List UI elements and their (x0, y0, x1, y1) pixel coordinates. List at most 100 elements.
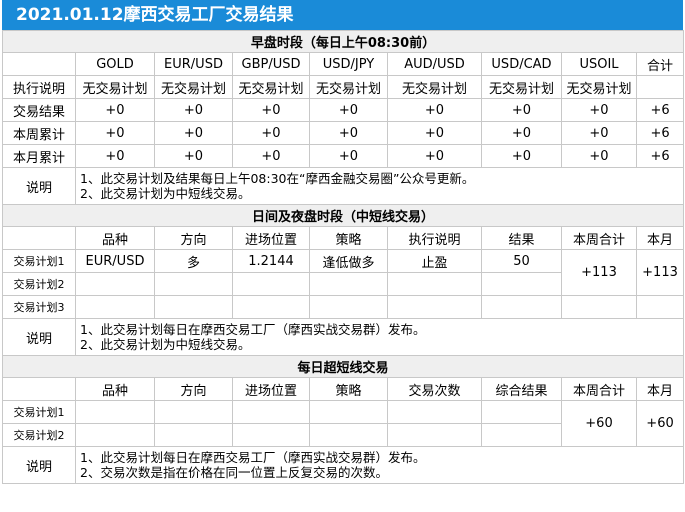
table-cell: 逢低做多 (309, 249, 388, 273)
table-cell (232, 423, 310, 447)
morning-header-row: GOLD EUR/USD GBP/USD USD/JPY AUD/USD USD… (2, 52, 685, 76)
row-label: 交易计划3 (2, 295, 76, 319)
results-table: 早盘时段（每日上午08:30前） GOLD EUR/USD GBP/USD US… (1, 30, 685, 484)
col-header: USD/JPY (309, 52, 388, 76)
table-cell (154, 423, 233, 447)
table-cell (387, 423, 482, 447)
table-cell: +0 (309, 121, 388, 145)
col-header: 交易次数 (387, 377, 482, 401)
note-text: 1、此交易计划及结果每日上午08:30在“摩西金融交易圈”公众号更新。 2、此交… (74, 167, 685, 205)
table-cell (154, 272, 233, 296)
table-cell (309, 400, 388, 424)
morning-note-row: 说明 1、此交易计划及结果每日上午08:30在“摩西金融交易圈”公众号更新。 2… (2, 167, 685, 205)
note-line: 1、此交易计划及结果每日上午08:30在“摩西金融交易圈”公众号更新。 (80, 171, 475, 186)
morning-heading: 早盘时段（每日上午08:30前） (1, 30, 685, 53)
table-cell: +0 (387, 144, 482, 168)
table-cell (635, 75, 685, 99)
table-cell: +0 (387, 98, 482, 122)
table-cell (481, 295, 562, 319)
table-cell (387, 272, 482, 296)
table-cell: 1.2144 (232, 249, 310, 273)
table-cell (309, 423, 388, 447)
table-cell (154, 295, 233, 319)
table-cell: 无交易计划 (232, 75, 310, 99)
note-line: 2、交易次数是指在价格在同一位置上反复交易的次数。 (80, 465, 388, 480)
table-cell (309, 272, 388, 296)
table-cell (481, 400, 562, 424)
col-header: 策略 (309, 226, 388, 250)
table-cell: +0 (561, 144, 637, 168)
note-label: 说明 (2, 446, 76, 484)
col-header: 方向 (154, 377, 233, 401)
row-label: 交易计划2 (2, 272, 76, 296)
table-row: 本周累计 +0 +0 +0 +0 +0 +0 +0 +6 (2, 121, 685, 145)
table-cell: +0 (232, 98, 310, 122)
table-cell: +0 (309, 98, 388, 122)
col-header: 执行说明 (387, 226, 482, 250)
table-cell: 无交易计划 (481, 75, 562, 99)
table-cell (387, 295, 482, 319)
col-header: GOLD (75, 52, 155, 76)
table-cell: +0 (154, 121, 233, 145)
table-cell (481, 423, 562, 447)
table-cell: 无交易计划 (561, 75, 637, 99)
row-label: 交易计划1 (2, 249, 76, 273)
col-header: 综合结果 (481, 377, 562, 401)
col-header: 方向 (154, 226, 233, 250)
row-label: 执行说明 (2, 75, 76, 99)
table-cell: 无交易计划 (309, 75, 388, 99)
table-cell (75, 272, 155, 296)
table-cell (75, 400, 155, 424)
table-row: 交易计划1 +60 +60 (2, 400, 685, 447)
col-header: USOIL (561, 52, 637, 76)
table-cell: 无交易计划 (75, 75, 155, 99)
col-header: 策略 (309, 377, 388, 401)
col-header: 本周合计 (561, 377, 637, 401)
table-cell: +0 (75, 98, 155, 122)
table-cell: +0 (481, 98, 562, 122)
daytime-note-row: 说明 1、此交易计划每日在摩西交易工厂（摩西实战交易群）发布。 2、此交易计划为… (2, 318, 685, 356)
week-total: +113 (561, 249, 637, 296)
week-total: +60 (561, 400, 637, 447)
page-title: 2021.01.12摩西交易工厂交易结果 (2, 0, 683, 30)
table-cell: +0 (232, 121, 310, 145)
col-header: GBP/USD (232, 52, 310, 76)
table-cell (75, 295, 155, 319)
table-cell: +6 (635, 121, 685, 145)
table-cell: +6 (635, 144, 685, 168)
col-header: AUD/USD (387, 52, 482, 76)
note-label: 说明 (2, 167, 76, 205)
table-row: 本月累计 +0 +0 +0 +0 +0 +0 +0 +6 (2, 144, 685, 168)
table-cell (232, 295, 310, 319)
table-cell: +0 (75, 121, 155, 145)
table-cell: 无交易计划 (154, 75, 233, 99)
table-cell: +0 (232, 144, 310, 168)
col-header: USD/CAD (481, 52, 562, 76)
row-label: 交易计划2 (2, 423, 76, 447)
daytime-heading: 日间及夜盘时段（中短线交易） (1, 204, 685, 227)
table-cell: +0 (561, 121, 637, 145)
note-line: 2、此交易计划为中短线交易。 (80, 337, 251, 352)
month-total: +60 (635, 400, 685, 447)
table-cell: 50 (481, 249, 562, 273)
table-cell: 止盈 (387, 249, 482, 273)
note-line: 1、此交易计划每日在摩西交易工厂（摩西实战交易群）发布。 (80, 450, 426, 465)
col-header: 品种 (75, 377, 155, 401)
scalp-header-row: 品种 方向 进场位置 策略 交易次数 综合结果 本周合计 本月 (2, 377, 685, 401)
col-header: EUR/USD (154, 52, 233, 76)
table-cell (232, 272, 310, 296)
col-header: 本月 (635, 377, 685, 401)
col-header: 本周合计 (561, 226, 637, 250)
table-row: 交易计划1 EUR/USD 多 1.2144 逢低做多 止盈 50 +113 +… (2, 249, 685, 296)
table-cell: +0 (75, 144, 155, 168)
note-line: 1、此交易计划每日在摩西交易工厂（摩西实战交易群）发布。 (80, 322, 426, 337)
note-text: 1、此交易计划每日在摩西交易工厂（摩西实战交易群）发布。 2、交易次数是指在价格… (74, 446, 685, 484)
col-header: 进场位置 (232, 226, 310, 250)
col-header: 品种 (75, 226, 155, 250)
table-cell (309, 295, 388, 319)
table-cell (154, 400, 233, 424)
note-line: 2、此交易计划为中短线交易。 (80, 186, 251, 201)
table-cell: 多 (154, 249, 233, 273)
table-cell: +0 (154, 98, 233, 122)
scalp-note-row: 说明 1、此交易计划每日在摩西交易工厂（摩西实战交易群）发布。 2、交易次数是指… (2, 446, 685, 484)
